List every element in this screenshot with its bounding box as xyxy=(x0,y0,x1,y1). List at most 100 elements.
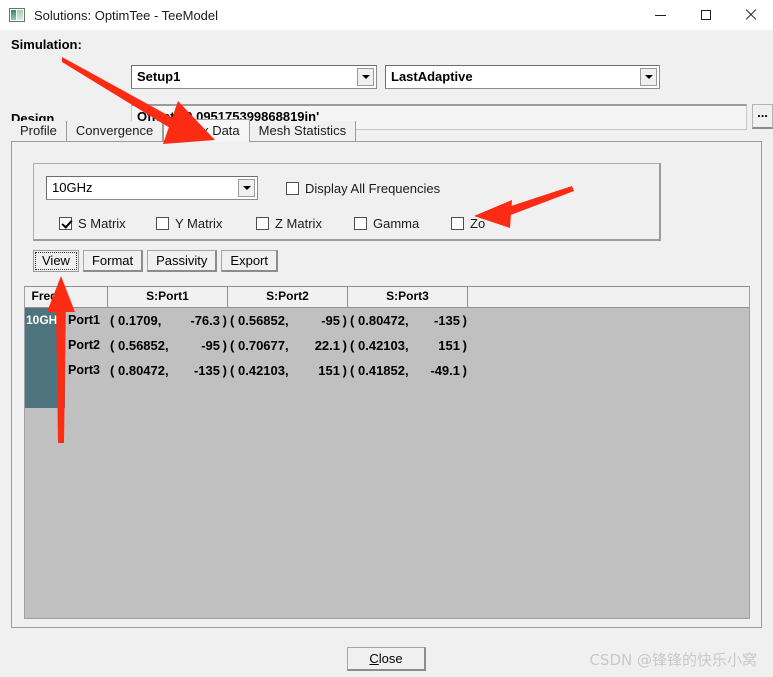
magnitude: 0.80472, xyxy=(358,313,409,328)
grid-cell-s23: ( 0.42103, 151 ) xyxy=(348,333,468,358)
bracket-open: ( xyxy=(110,338,115,353)
bracket-open: ( xyxy=(230,363,235,378)
zo-checkbox[interactable]: Zo xyxy=(451,216,485,231)
angle: -76.3 xyxy=(190,313,220,328)
maximize-button[interactable] xyxy=(683,0,728,30)
chevron-down-icon[interactable] xyxy=(357,68,374,86)
bracket-close: ) xyxy=(342,338,347,353)
window-controls xyxy=(638,0,773,30)
matrix-data-grid[interactable]: Freq S:Port1 S:Port2 S:Port3 10GHz Port1… xyxy=(24,286,750,619)
magnitude: 0.41852, xyxy=(358,363,409,378)
title-bar: Solutions: OptimTee - TeeModel xyxy=(0,0,773,30)
s-matrix-label: S Matrix xyxy=(78,216,126,231)
bracket-open: ( xyxy=(230,313,235,328)
grid-cell-port xyxy=(65,383,108,408)
bracket-close: ) xyxy=(462,338,467,353)
frequency-value: 10GHz xyxy=(52,180,93,195)
grid-cell-s33: ( 0.41852, -49.1 ) xyxy=(348,358,468,383)
view-button[interactable]: View xyxy=(33,250,79,272)
grid-cell-s12: ( 0.56852, -95 ) xyxy=(228,308,348,333)
grid-cell-s11: ( 0.1709, -76.3 ) xyxy=(108,308,228,333)
dialog-footer: Close CSDN @锋锋的快乐小窝 xyxy=(0,636,773,677)
bracket-close: ) xyxy=(462,313,467,328)
grid-header-freq[interactable]: Freq xyxy=(25,287,65,307)
angle: -95 xyxy=(201,338,220,353)
magnitude: 0.1709, xyxy=(118,313,162,328)
grid-header-sport3[interactable]: S:Port3 xyxy=(348,287,468,307)
window-title: Solutions: OptimTee - TeeModel xyxy=(34,7,219,23)
bracket-open: ( xyxy=(350,363,355,378)
grid-cell-frequency xyxy=(25,333,65,358)
bracket-open: ( xyxy=(110,363,115,378)
simulation-label: Simulation: xyxy=(11,37,82,52)
bracket-open: ( xyxy=(350,338,355,353)
table-row[interactable]: 10GHz Port1 ( 0.1709, -76.3 ) ( 0.56852,… xyxy=(25,308,749,333)
angle: -135 xyxy=(193,363,220,378)
tab-profile[interactable]: Profile xyxy=(11,121,67,141)
tab-mesh-statistics[interactable]: Mesh Statistics xyxy=(249,121,357,141)
grid-cell-s21: ( 0.56852, -95 ) xyxy=(108,333,228,358)
table-row[interactable]: Port3 ( 0.80472, -135 ) ( 0.42103, 151 )… xyxy=(25,358,749,383)
design-browse-button[interactable]: ... xyxy=(752,104,773,129)
export-button[interactable]: Export xyxy=(221,250,278,272)
close-button[interactable]: Close xyxy=(347,647,426,671)
angle: 22.1 xyxy=(314,338,340,353)
simulation-setup-combobox[interactable]: Setup1 xyxy=(131,65,377,89)
adaptive-pass-value: LastAdaptive xyxy=(391,69,473,84)
magnitude: 0.42103, xyxy=(238,363,289,378)
tab-strip: Profile Convergence Matrix Data Mesh Sta… xyxy=(11,119,357,142)
close-button-rest: lose xyxy=(378,651,403,666)
chevron-down-icon[interactable] xyxy=(238,179,255,197)
grid-cell-port: Port2 xyxy=(68,338,100,352)
grid-cell-s22: ( 0.70677, 22.1 ) xyxy=(228,333,348,358)
close-window-button[interactable] xyxy=(728,0,773,30)
minimize-icon xyxy=(655,14,666,16)
grid-header-sport2[interactable]: S:Port2 xyxy=(228,287,348,307)
angle: 151 xyxy=(318,363,340,378)
z-matrix-checkbox[interactable]: Z Matrix xyxy=(256,216,322,231)
magnitude: 0.56852, xyxy=(118,338,169,353)
format-button[interactable]: Format xyxy=(82,250,144,272)
adaptive-pass-combobox[interactable]: LastAdaptive xyxy=(385,65,660,89)
bracket-close: ) xyxy=(222,313,227,328)
grid-cell-port: Port3 xyxy=(68,363,100,377)
grid-cell-frequency xyxy=(25,383,65,408)
display-all-frequencies-checkbox[interactable]: Display All Frequencies xyxy=(286,181,440,196)
bracket-close: ) xyxy=(342,363,347,378)
matrix-data-panel: 10GHz Display All Frequencies S Matrix Y… xyxy=(11,141,762,628)
tab-convergence[interactable]: Convergence xyxy=(66,121,164,141)
checkbox-box xyxy=(156,217,169,230)
close-icon xyxy=(745,9,757,21)
grid-header-port[interactable] xyxy=(65,287,108,307)
angle: -95 xyxy=(321,313,340,328)
passivity-button[interactable]: Passivity xyxy=(147,250,218,272)
gamma-checkbox[interactable]: Gamma xyxy=(354,216,419,231)
bracket-close: ) xyxy=(462,363,467,378)
table-row[interactable] xyxy=(25,383,749,408)
magnitude: 0.56852, xyxy=(238,313,289,328)
chevron-down-icon[interactable] xyxy=(640,68,657,86)
minimize-button[interactable] xyxy=(638,0,683,30)
y-matrix-checkbox[interactable]: Y Matrix xyxy=(156,216,222,231)
angle: -135 xyxy=(433,313,460,328)
grid-cell-frequency xyxy=(25,358,65,383)
angle: -49.1 xyxy=(430,363,460,378)
gamma-label: Gamma xyxy=(373,216,420,231)
frequency-combobox[interactable]: 10GHz xyxy=(46,176,258,200)
table-row[interactable]: Port2 ( 0.56852, -95 ) ( 0.70677, 22.1 )… xyxy=(25,333,749,358)
grid-cell-s13: ( 0.80472, -135 ) xyxy=(348,308,468,333)
checkbox-box xyxy=(59,217,72,230)
checkbox-box xyxy=(286,182,299,195)
tab-matrix-data[interactable]: Matrix Data xyxy=(163,119,250,142)
grid-header-row: Freq S:Port1 S:Port2 S:Port3 xyxy=(25,287,749,308)
bracket-open: ( xyxy=(110,313,115,328)
grid-cell-port: Port1 xyxy=(68,313,100,327)
grid-cell-s32: ( 0.42103, 151 ) xyxy=(228,358,348,383)
watermark-text: CSDN @锋锋的快乐小窝 xyxy=(589,651,757,669)
display-all-frequencies-label: Display All Frequencies xyxy=(305,181,441,196)
bracket-open: ( xyxy=(350,313,355,328)
bracket-open: ( xyxy=(230,338,235,353)
bracket-close: ) xyxy=(222,363,227,378)
s-matrix-checkbox[interactable]: S Matrix xyxy=(59,216,126,231)
grid-header-sport1[interactable]: S:Port1 xyxy=(108,287,228,307)
